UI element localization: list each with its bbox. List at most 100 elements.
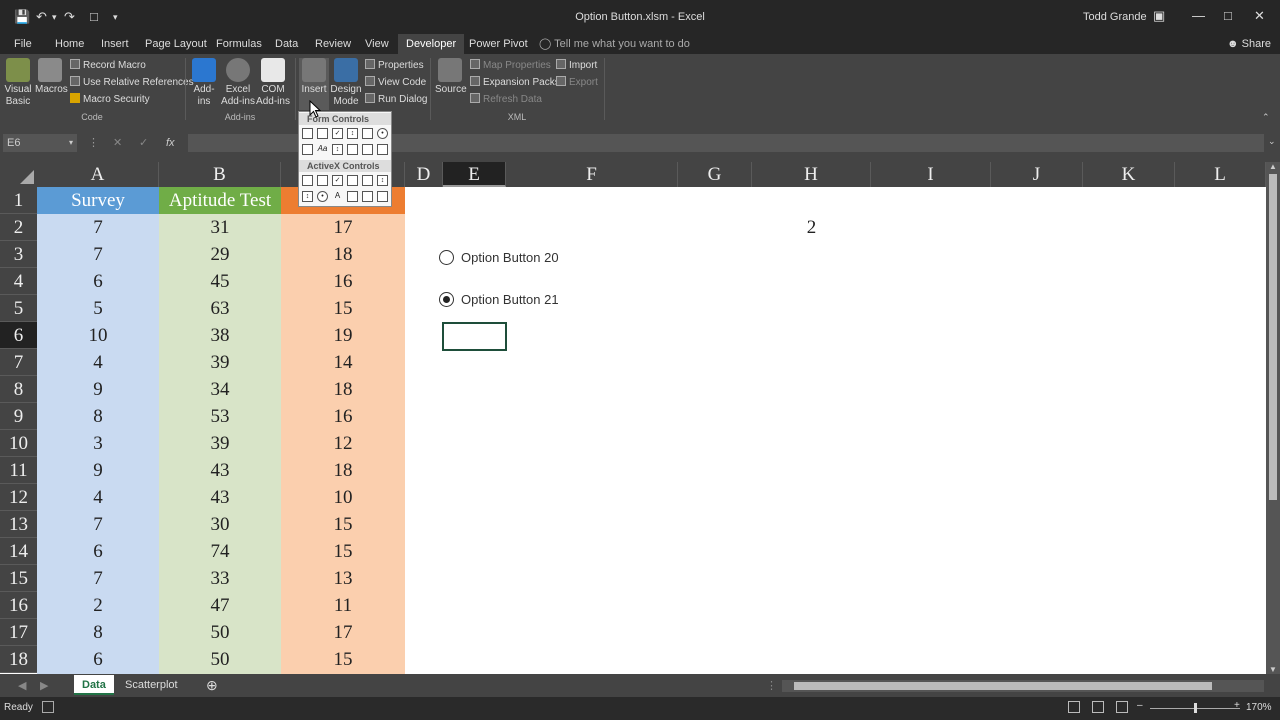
cell-b18[interactable]: 50 <box>159 646 281 673</box>
insert-function-icon[interactable]: fx <box>166 134 175 152</box>
excel-add-ins-button[interactable]: Excel Add-ins <box>221 58 255 108</box>
scroll-down-icon[interactable]: ▼ <box>1269 665 1277 674</box>
zoom-out-icon[interactable]: – <box>1137 700 1143 711</box>
cell-a15[interactable]: 7 <box>37 565 159 592</box>
vertical-scrollbar[interactable]: ▲ ▼ <box>1266 162 1280 674</box>
name-box[interactable]: E6 ▾ <box>3 134 77 152</box>
cell-a17[interactable]: 8 <box>37 619 159 646</box>
scroll-up-icon[interactable]: ▲ <box>1269 162 1277 171</box>
tab-file[interactable]: File <box>6 34 40 54</box>
share-button[interactable]: ☻ Share <box>1227 34 1271 54</box>
column-header-a[interactable]: A <box>37 162 159 187</box>
row-header-8[interactable]: 8 <box>0 376 37 403</box>
cell-b10[interactable]: 39 <box>159 430 281 457</box>
cell-a13[interactable]: 7 <box>37 511 159 538</box>
tab-view[interactable]: View <box>357 34 397 54</box>
list-box-control-icon[interactable] <box>362 128 373 139</box>
activex-checkbox-icon[interactable]: ✓ <box>332 175 343 186</box>
cell-b12[interactable]: 43 <box>159 484 281 511</box>
combo-dropdown-control-icon[interactable] <box>377 144 388 155</box>
vertical-scroll-thumb[interactable] <box>1269 174 1277 500</box>
cell-b5[interactable]: 63 <box>159 295 281 322</box>
cell-c4[interactable]: 16 <box>281 268 405 295</box>
cell-a16[interactable]: 2 <box>37 592 159 619</box>
visual-basic-button[interactable]: Visual Basic <box>4 58 32 108</box>
activex-toggle-button-icon[interactable] <box>362 191 373 202</box>
collapse-ribbon-icon[interactable]: ⌃ <box>1262 112 1270 123</box>
tab-split-handle-icon[interactable]: ⋮ <box>766 679 777 692</box>
cell-a7[interactable]: 4 <box>37 349 159 376</box>
cell-a2[interactable]: 7 <box>37 214 159 241</box>
design-mode-button[interactable]: Design Mode <box>330 58 362 108</box>
sheet-tab-scatterplot[interactable]: Scatterplot <box>117 675 186 695</box>
cell-b15[interactable]: 33 <box>159 565 281 592</box>
export-button[interactable]: Export <box>556 75 598 91</box>
cell-a3[interactable]: 7 <box>37 241 159 268</box>
row-header-10[interactable]: 10 <box>0 430 37 457</box>
row-header-2[interactable]: 2 <box>0 214 37 241</box>
tab-power-pivot[interactable]: Power Pivot <box>461 34 536 54</box>
column-header-b[interactable]: B <box>159 162 281 187</box>
row-header-7[interactable]: 7 <box>0 349 37 376</box>
scroll-tabs-left-icon[interactable]: ◀ <box>18 679 26 692</box>
cell-b7[interactable]: 39 <box>159 349 281 376</box>
macro-security-button[interactable]: Macro Security <box>70 92 150 108</box>
row-header-16[interactable]: 16 <box>0 592 37 619</box>
close-icon[interactable]: ✕ <box>1254 8 1265 24</box>
normal-view-icon[interactable] <box>1068 701 1080 713</box>
row-header-9[interactable]: 9 <box>0 403 37 430</box>
column-header-i[interactable]: I <box>871 162 991 187</box>
combo-box-control-icon[interactable] <box>317 128 328 139</box>
cell-c13[interactable]: 15 <box>281 511 405 538</box>
row-header-15[interactable]: 15 <box>0 565 37 592</box>
cell-a11[interactable]: 9 <box>37 457 159 484</box>
ribbon-display-icon[interactable]: ▣ <box>1153 8 1165 24</box>
map-properties-button[interactable]: Map Properties <box>470 58 551 74</box>
activex-combo-box-icon[interactable] <box>317 175 328 186</box>
import-button[interactable]: Import <box>556 58 597 74</box>
column-header-j[interactable]: J <box>991 162 1083 187</box>
row-header-13[interactable]: 13 <box>0 511 37 538</box>
zoom-slider-knob[interactable] <box>1194 703 1197 713</box>
checkbox-control-icon[interactable]: ✓ <box>332 128 343 139</box>
run-dialog-button[interactable]: Run Dialog <box>365 92 427 108</box>
combo-list-control-icon[interactable] <box>362 144 373 155</box>
tell-me-box[interactable]: ◯ Tell me what you want to do <box>539 34 690 54</box>
tab-developer[interactable]: Developer <box>398 34 465 54</box>
horizontal-scroll-thumb[interactable] <box>794 682 1212 690</box>
activex-list-box-icon[interactable] <box>347 175 358 186</box>
cell-a6[interactable]: 10 <box>37 322 159 349</box>
cell-a10[interactable]: 3 <box>37 430 159 457</box>
select-all-button[interactable] <box>0 162 37 187</box>
cell-h2[interactable]: 2 <box>752 214 871 241</box>
row-header-1[interactable]: 1 <box>0 187 37 214</box>
horizontal-scrollbar[interactable] <box>782 680 1264 692</box>
tab-home[interactable]: Home <box>47 34 92 54</box>
activex-text-box-icon[interactable] <box>362 175 373 186</box>
record-macro-button[interactable]: Record Macro <box>70 58 146 74</box>
column-header-e[interactable]: E <box>443 162 506 187</box>
macro-recording-icon[interactable] <box>42 701 54 713</box>
column-header-h[interactable]: H <box>752 162 871 187</box>
maximize-icon[interactable]: □ <box>1224 8 1232 23</box>
row-header-11[interactable]: 11 <box>0 457 37 484</box>
spreadsheet-grid[interactable]: A B C D E F G H I J K L 1234567891011121… <box>0 162 1266 674</box>
row-header-4[interactable]: 4 <box>0 268 37 295</box>
scroll-tabs-right-icon[interactable]: ▶ <box>40 679 48 692</box>
activex-spin-button-icon[interactable]: ↕ <box>302 191 313 202</box>
expansion-packs-button[interactable]: Expansion Packs <box>470 75 560 91</box>
use-relative-references-button[interactable]: Use Relative References <box>70 75 194 91</box>
cell-c5[interactable]: 15 <box>281 295 405 322</box>
cell-c11[interactable]: 18 <box>281 457 405 484</box>
tab-page-layout[interactable]: Page Layout <box>137 34 215 54</box>
page-layout-view-icon[interactable] <box>1092 701 1104 713</box>
column-header-g[interactable]: G <box>678 162 752 187</box>
cell-c12[interactable]: 10 <box>281 484 405 511</box>
cell-b14[interactable]: 74 <box>159 538 281 565</box>
tab-data[interactable]: Data <box>267 34 306 54</box>
activex-button-icon[interactable] <box>302 175 313 186</box>
cell-c2[interactable]: 17 <box>281 214 405 241</box>
option-button-21[interactable]: Option Button 21 <box>439 292 559 308</box>
row-header-3[interactable]: 3 <box>0 241 37 268</box>
minimize-icon[interactable]: — <box>1192 8 1205 23</box>
